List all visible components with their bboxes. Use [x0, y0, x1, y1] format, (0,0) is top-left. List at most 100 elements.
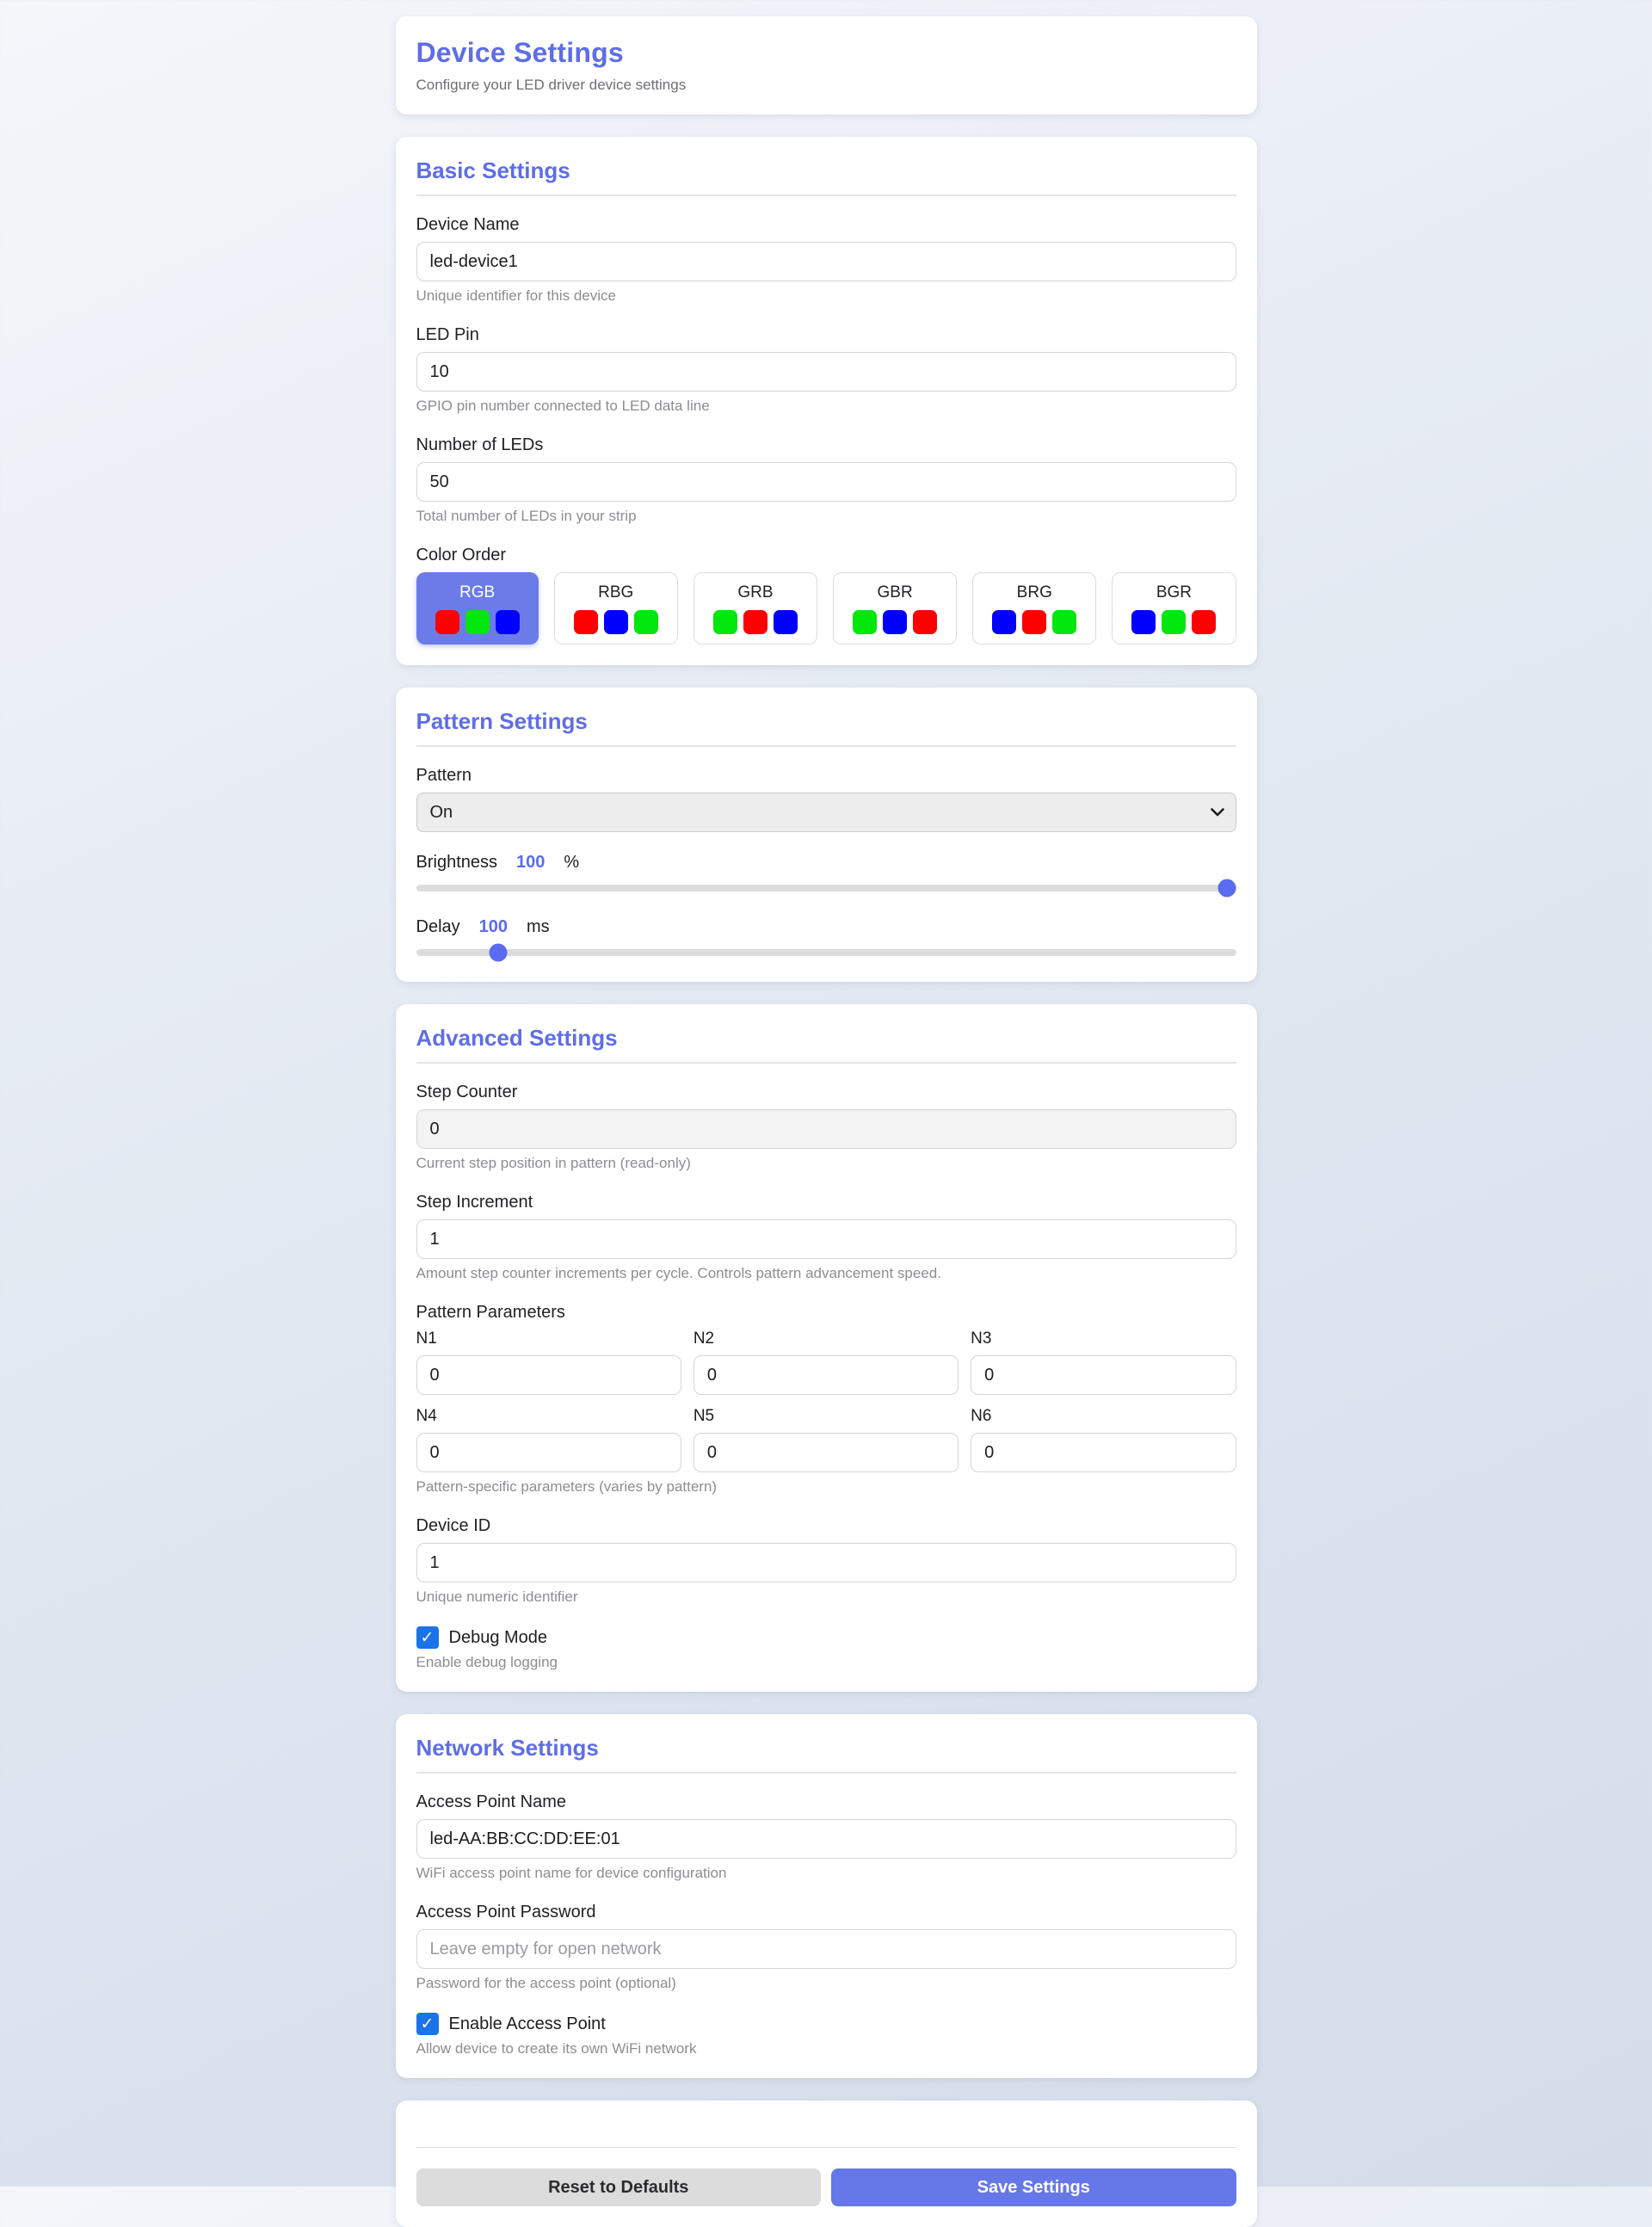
ap-name-helper: WiFi access point name for device config…	[416, 1865, 1236, 1882]
page-subtitle: Configure your LED driver device setting…	[416, 77, 1236, 94]
param-n6-label: N6	[971, 1407, 1236, 1426]
param-n6-input[interactable]	[971, 1433, 1236, 1472]
device-id-group: Device ID Unique numeric identifier	[416, 1516, 1236, 1606]
color-order-group: Color Order RGB RBG	[416, 546, 1236, 645]
debug-mode-group: ✓ Debug Mode Enable debug logging	[416, 1626, 1236, 1671]
param-n6-field: N6	[971, 1407, 1236, 1472]
ap-password-label: Access Point Password	[416, 1903, 1236, 1922]
debug-mode-checkbox[interactable]: ✓	[416, 1626, 439, 1649]
color-swatch	[604, 610, 628, 634]
step-counter-group: Step Counter Current step position in pa…	[416, 1083, 1236, 1172]
pattern-label: Pattern	[416, 766, 1236, 786]
delay-slider-thumb[interactable]	[489, 944, 507, 962]
param-n1-field: N1	[416, 1329, 681, 1395]
param-n4-label: N4	[416, 1407, 681, 1426]
ap-password-group: Access Point Password Password for the a…	[416, 1903, 1236, 1992]
param-n2-input[interactable]	[693, 1355, 959, 1395]
delay-value: 100	[479, 917, 508, 937]
ap-password-input[interactable]	[416, 1929, 1236, 1969]
num-leds-input[interactable]	[416, 462, 1236, 502]
device-name-label: Device Name	[416, 215, 1236, 235]
device-id-helper: Unique numeric identifier	[416, 1589, 1236, 1606]
color-swatch	[1022, 610, 1046, 634]
step-counter-input	[416, 1109, 1236, 1149]
color-order-option-bgr[interactable]: BGR	[1112, 572, 1236, 645]
param-n3-field: N3	[971, 1329, 1236, 1395]
color-order-option-label: RGB	[459, 583, 495, 602]
advanced-settings-card: Advanced Settings Step Counter Current s…	[396, 1004, 1257, 1692]
debug-mode-row: ✓ Debug Mode	[416, 1626, 1236, 1649]
color-order-option-rbg[interactable]: RBG	[554, 572, 678, 645]
brightness-slider[interactable]	[416, 885, 1236, 891]
color-swatch	[1052, 610, 1076, 634]
color-swatch	[435, 610, 459, 634]
led-pin-input[interactable]	[416, 352, 1236, 392]
delay-unit: ms	[527, 917, 550, 937]
color-order-option-label: BGR	[1156, 583, 1192, 602]
section-divider	[416, 1772, 1236, 1774]
step-increment-label: Step Increment	[416, 1193, 1236, 1212]
swatch-row	[435, 610, 520, 634]
pattern-parameters-label: Pattern Parameters	[416, 1303, 1236, 1323]
color-swatch	[1192, 610, 1216, 634]
pattern-select[interactable]: On	[416, 793, 1236, 832]
color-order-option-label: RBG	[598, 583, 633, 602]
pattern-settings-heading: Pattern Settings	[416, 708, 1236, 735]
param-n3-input[interactable]	[971, 1355, 1236, 1395]
num-leds-helper: Total number of LEDs in your strip	[416, 508, 1236, 525]
step-increment-input[interactable]	[416, 1219, 1236, 1259]
color-swatch	[853, 610, 877, 634]
swatch-row	[853, 610, 937, 634]
enable-ap-row: ✓ Enable Access Point	[416, 2013, 1236, 2035]
device-name-input[interactable]	[416, 242, 1236, 281]
param-n1-input[interactable]	[416, 1355, 681, 1395]
swatch-row	[713, 610, 798, 634]
device-id-input[interactable]	[416, 1543, 1236, 1582]
save-settings-button[interactable]: Save Settings	[831, 2168, 1236, 2206]
color-order-option-brg[interactable]: BRG	[972, 572, 1096, 645]
param-n2-field: N2	[693, 1329, 959, 1395]
brightness-slider-thumb[interactable]	[1217, 879, 1236, 898]
delay-slider[interactable]	[416, 949, 1236, 956]
brightness-label: Brightness	[416, 853, 498, 873]
debug-mode-helper: Enable debug logging	[416, 1654, 1236, 1671]
check-icon: ✓	[421, 1628, 435, 1648]
color-order-option-gbr[interactable]: GBR	[833, 572, 957, 645]
ap-password-helper: Password for the access point (optional)	[416, 1975, 1236, 1992]
enable-ap-checkbox[interactable]: ✓	[416, 2013, 439, 2035]
brightness-group: Brightness 100 %	[416, 853, 1236, 891]
step-increment-group: Step Increment Amount step counter incre…	[416, 1193, 1236, 1282]
brightness-unit: %	[564, 853, 579, 873]
color-order-option-rgb[interactable]: RGB	[416, 572, 539, 645]
footer-spacer	[416, 2121, 1236, 2147]
basic-settings-heading: Basic Settings	[416, 157, 1236, 184]
actions-card: Reset to Defaults Save Settings	[396, 2101, 1257, 2227]
num-leds-label: Number of LEDs	[416, 435, 1236, 455]
header-card: Device Settings Configure your LED drive…	[396, 16, 1257, 114]
param-n5-input[interactable]	[693, 1433, 959, 1472]
color-swatch	[634, 610, 658, 634]
param-n4-input[interactable]	[416, 1433, 681, 1472]
delay-group: Delay 100 ms	[416, 917, 1236, 956]
enable-ap-label: Enable Access Point	[449, 2014, 606, 2034]
param-n3-label: N3	[971, 1329, 1236, 1348]
pattern-parameters-grid: N1 N2 N3 N4 N5	[416, 1329, 1236, 1472]
color-order-option-grb[interactable]: GRB	[693, 572, 817, 645]
actions-row: Reset to Defaults Save Settings	[416, 2168, 1236, 2206]
color-swatch	[743, 610, 767, 634]
pattern-select-wrap: On	[416, 793, 1236, 832]
network-settings-card: Network Settings Access Point Name WiFi …	[396, 1714, 1257, 2078]
swatch-row	[574, 610, 658, 634]
section-divider	[416, 194, 1236, 196]
footer-divider	[416, 2147, 1236, 2148]
color-swatch	[574, 610, 598, 634]
color-order-label: Color Order	[416, 546, 1236, 565]
check-icon: ✓	[421, 2014, 435, 2034]
ap-name-input[interactable]	[416, 1819, 1236, 1859]
device-name-group: Device Name Unique identifier for this d…	[416, 215, 1236, 305]
device-id-label: Device ID	[416, 1516, 1236, 1536]
pattern-group: Pattern On	[416, 766, 1236, 832]
basic-settings-card: Basic Settings Device Name Unique identi…	[396, 137, 1257, 665]
reset-defaults-button[interactable]: Reset to Defaults	[416, 2168, 822, 2206]
delay-head: Delay 100 ms	[416, 917, 1236, 937]
